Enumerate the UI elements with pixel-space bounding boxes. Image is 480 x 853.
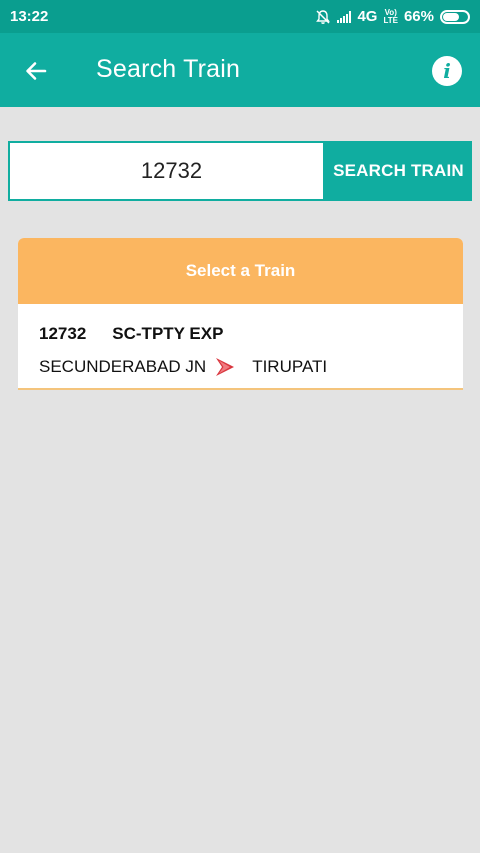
results-header: Select a Train bbox=[18, 238, 463, 304]
page-title: Search Train bbox=[96, 55, 241, 83]
search-train-button[interactable]: SEARCH TRAIN bbox=[325, 141, 472, 201]
app-bar: Search Train i bbox=[0, 33, 480, 107]
battery-percent: 66% bbox=[403, 8, 434, 25]
status-bar: 13:22 4G Vo) LTE 66% bbox=[0, 0, 480, 33]
status-time: 13:22 bbox=[10, 8, 49, 25]
signal-icon bbox=[337, 10, 352, 23]
train-number-input[interactable] bbox=[8, 141, 325, 201]
train-number: 12732 bbox=[39, 324, 87, 343]
train-to-station: TIRUPATI bbox=[252, 357, 328, 376]
battery-icon bbox=[440, 9, 470, 24]
back-button[interactable] bbox=[22, 57, 50, 85]
status-icons: 4G Vo) LTE 66% bbox=[315, 8, 470, 25]
route-arrow-icon bbox=[214, 356, 236, 378]
volte-icon: Vo) LTE bbox=[383, 8, 398, 25]
train-name: SC-TPTY EXP bbox=[112, 324, 224, 343]
train-title-row: 12732 SC-TPTY EXP bbox=[39, 324, 442, 344]
info-button[interactable]: i bbox=[432, 56, 462, 86]
volte-bottom: LTE bbox=[383, 15, 398, 25]
results-card: Select a Train 12732 SC-TPTY EXP SECUNDE… bbox=[18, 238, 463, 390]
train-route-row: SECUNDERABAD JN TIRUPATI bbox=[39, 356, 442, 378]
battery-fill bbox=[443, 12, 459, 21]
train-list-item[interactable]: 12732 SC-TPTY EXP SECUNDERABAD JN TIRUPA… bbox=[18, 304, 463, 388]
arrow-left-icon bbox=[26, 62, 47, 80]
train-from-station: SECUNDERABAD JN bbox=[39, 357, 207, 376]
network-type: 4G bbox=[357, 8, 378, 25]
info-icon: i bbox=[443, 59, 451, 83]
search-row: SEARCH TRAIN bbox=[8, 141, 472, 201]
notifications-off-icon bbox=[315, 9, 331, 25]
